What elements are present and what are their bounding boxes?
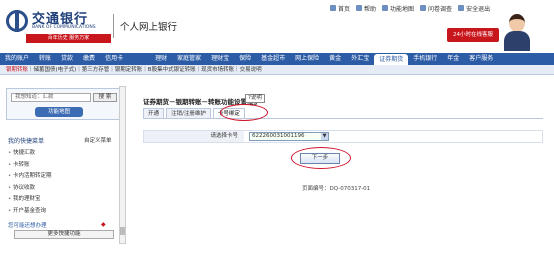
scrollbar-thumb[interactable] <box>120 227 125 235</box>
nav-item-insurance[interactable]: 保险 <box>234 53 256 65</box>
bank-name-en: BANK OF COMMUNICATIONS <box>32 25 96 30</box>
search-button[interactable]: 搜 索 <box>93 93 117 102</box>
help-button-label: 说明 <box>250 95 262 101</box>
quick-menu-title: 我的快捷菜单 <box>8 138 45 145</box>
annotation-circle-button <box>291 147 351 169</box>
nav-item-gold[interactable]: 黄金 <box>324 53 346 65</box>
quick-menu-list: 快捷汇款 卡转账 卡内活期转定期 协议收款 我的理财宝 开户基金查询 <box>8 148 52 217</box>
sub-nav-items[interactable]: ｜储蓄国债(电子式)｜第三方存管｜银期定转账｜B股集中式银证转账｜现货市场转账｜… <box>28 67 262 73</box>
survey-icon <box>420 5 427 11</box>
nav-item-credit-card[interactable]: 信用卡 <box>100 53 128 65</box>
tab-underline <box>143 118 543 119</box>
star-icon: ◆ <box>101 221 106 228</box>
nav-item-wealth[interactable]: 理财 <box>150 53 172 65</box>
top-link-function-map[interactable]: 功能地图 <box>382 2 414 14</box>
card-select-row: 请选择卡号 622260031001196 ▼ <box>143 130 543 143</box>
nav-item-online-insurance[interactable]: 网上保险 <box>290 53 324 65</box>
quick-menu-item[interactable]: 快捷汇款 <box>8 148 52 160</box>
bank-slogan: 百年历史 服务万家 <box>26 34 111 43</box>
page-code: 页面编号：DQ-070317-01 <box>302 186 371 192</box>
top-link-home[interactable]: 首页 <box>330 2 350 14</box>
nav-item-fund-market[interactable]: 基金超市 <box>256 53 290 65</box>
help-button[interactable]: ?说明 <box>245 94 265 103</box>
avatar-head <box>509 14 525 32</box>
top-link-label: 功能地图 <box>390 5 415 13</box>
top-link-help[interactable]: 帮助 <box>356 2 376 14</box>
custom-menu-link[interactable]: 自定义菜单 <box>84 136 112 144</box>
card-number-value: 622260031001196 <box>252 133 305 139</box>
sub-nav: 银期转账｜储蓄国债(电子式)｜第三方存管｜银期定转账｜B股集中式银证转账｜现货市… <box>0 65 554 75</box>
header-divider <box>113 14 114 38</box>
function-map-button[interactable]: 功能地图 <box>35 107 83 117</box>
nav-item-securities-futures[interactable]: 证券期货 <box>374 54 409 65</box>
search-input[interactable]: 我想知道：汇款 <box>11 93 91 102</box>
quick-menu-item[interactable]: 我的理财宝 <box>8 194 52 206</box>
nav-item-family-manager[interactable]: 家庭管家 <box>172 53 206 65</box>
bank-logo-icon <box>6 10 28 32</box>
logout-icon <box>458 5 465 11</box>
nav-item-loan[interactable]: 贷款 <box>56 53 78 65</box>
sidebar-search-box: 我想知道：汇款 搜 索 功能地图 <box>6 88 122 120</box>
top-links: 首页 帮助 功能地图 问卷调查 安全退出 <box>330 2 490 14</box>
site-title: 个人网上银行 <box>120 22 178 33</box>
nav-item-forex[interactable]: 外汇宝 <box>346 53 374 65</box>
top-link-label: 安全退出 <box>466 5 491 13</box>
map-icon <box>382 5 389 11</box>
top-link-survey[interactable]: 问卷调查 <box>420 2 452 14</box>
more-quick-functions-select[interactable]: 更多快捷功能 <box>14 230 114 239</box>
home-icon <box>330 5 336 11</box>
main-nav: 我的账户 转账 贷款 缴费 信用卡 理财 家庭管家 理财宝 保险 基金超市 网上… <box>0 53 554 65</box>
top-link-logout[interactable]: 安全退出 <box>458 2 490 14</box>
avatar-body <box>504 31 530 51</box>
nav-item-transfer[interactable]: 转账 <box>34 53 56 65</box>
quick-menu-item[interactable]: 卡内活期转定期 <box>8 171 52 183</box>
quick-menu-item[interactable]: 开户基金查询 <box>8 206 52 218</box>
sub-nav-active[interactable]: 银期转账 <box>6 67 28 73</box>
nav-item-payment[interactable]: 缴费 <box>78 53 100 65</box>
chevron-down-icon[interactable]: ▼ <box>321 133 328 140</box>
quick-menu-item[interactable]: 协议收款 <box>8 183 52 195</box>
online-service-button[interactable]: 24小时在线客服 <box>447 28 499 42</box>
bank-logo[interactable]: 交通银行 BANK OF COMMUNICATIONS 百年历史 服务万家 <box>6 8 116 46</box>
sidebar-scrollbar[interactable] <box>119 86 126 244</box>
sidebar: 我想知道：汇款 搜 索 功能地图 我的快捷菜单 自定义菜单 快捷汇款 卡转账 卡… <box>6 88 122 239</box>
nav-item-mobile-bank[interactable]: 手机银行 <box>408 53 442 65</box>
help-icon <box>356 5 363 11</box>
nav-item-customer-service[interactable]: 客户服务 <box>464 53 498 65</box>
recommend-link[interactable]: 您可能还想办理 <box>8 221 47 229</box>
card-number-select[interactable]: 622260031001196 ▼ <box>249 132 329 141</box>
quick-menu-item[interactable]: 卡转账 <box>8 160 52 172</box>
top-link-label: 帮助 <box>364 5 377 13</box>
nav-item-my-account[interactable]: 我的账户 <box>0 53 34 65</box>
nav-item-licaibao[interactable]: 理财宝 <box>206 53 234 65</box>
top-link-label: 首页 <box>338 5 351 13</box>
header: 交通银行 BANK OF COMMUNICATIONS 百年历史 服务万家 个人… <box>0 0 554 53</box>
nav-item-annuity[interactable]: 年金 <box>442 53 464 65</box>
card-select-label: 请选择卡号 <box>144 131 244 142</box>
top-link-label: 问卷调查 <box>428 5 453 13</box>
annotation-circle-tab <box>220 104 268 121</box>
customer-service-avatar <box>502 14 532 51</box>
